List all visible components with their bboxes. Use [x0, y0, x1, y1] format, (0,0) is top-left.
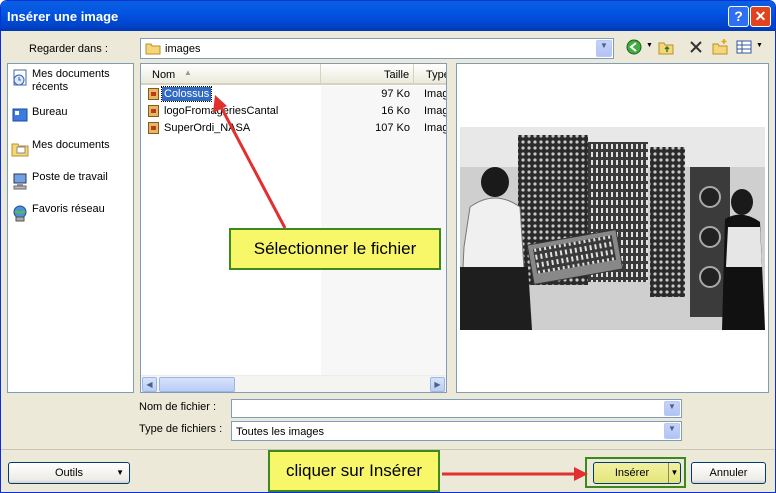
sort-ascending-icon: ▲	[184, 68, 192, 77]
chevron-down-icon: ▼	[116, 468, 124, 477]
desktop-icon	[12, 108, 28, 122]
image-file-icon	[148, 105, 159, 117]
tools-button[interactable]: Outils ▼	[8, 462, 130, 484]
filetype-label: Type de fichiers :	[139, 423, 223, 435]
delete-icon[interactable]	[687, 38, 705, 56]
image-file-icon	[148, 122, 159, 134]
filetype-dropdown[interactable]: Toutes les images ▼	[231, 421, 682, 441]
file-type: Imag	[424, 122, 447, 134]
up-folder-icon[interactable]	[657, 38, 675, 56]
chevron-down-icon[interactable]: ▼	[668, 463, 680, 483]
callout-select-file: Sélectionner le fichier	[229, 228, 441, 270]
place-recent[interactable]: Mes documents récents	[11, 68, 131, 94]
network-places-icon	[13, 205, 27, 222]
place-my-documents[interactable]: Mes documents	[11, 139, 131, 157]
callout-click-insert: cliquer sur Insérer	[268, 450, 440, 492]
cancel-button[interactable]: Annuler	[691, 462, 766, 484]
scroll-right-icon[interactable]: ▶	[430, 377, 445, 392]
scroll-left-icon[interactable]: ◀	[142, 377, 157, 392]
file-size: 16 Ko	[381, 105, 410, 117]
file-type: Imag	[424, 88, 447, 100]
chevron-down-icon[interactable]: ▼	[596, 40, 612, 57]
place-network[interactable]: Favoris réseau	[11, 203, 131, 222]
horizontal-scrollbar[interactable]: ◀ ▶	[141, 375, 446, 392]
place-label: Poste de travail	[32, 171, 108, 183]
insert-image-dialog: Insérer une image ? ✕ Regarder dans : im…	[0, 0, 776, 493]
scroll-thumb[interactable]	[159, 377, 235, 392]
look-in-value: images	[165, 43, 201, 55]
file-row-nasa[interactable]: SuperOrdi_NASA 107 Ko Imag	[141, 120, 447, 136]
look-in-label: Regarder dans :	[29, 43, 108, 55]
places-bar: Mes documents récents Bureau Mes documen…	[7, 63, 134, 393]
file-name: Colossus	[160, 86, 213, 102]
place-desktop[interactable]: Bureau	[11, 106, 131, 122]
title-bar: Insérer une image ? ✕	[1, 1, 775, 31]
back-icon[interactable]	[625, 38, 643, 56]
file-name: logoFromageriesCantal	[164, 105, 279, 117]
file-size: 107 Ko	[375, 122, 410, 134]
place-label: Mes documents récents	[32, 68, 110, 93]
image-file-icon	[148, 88, 159, 100]
place-label: Bureau	[32, 106, 68, 118]
my-computer-icon	[13, 173, 27, 190]
image-preview-pane	[456, 63, 769, 393]
new-folder-icon[interactable]	[711, 38, 729, 56]
insert-button[interactable]: Insérer ▼	[593, 462, 681, 484]
views-icon[interactable]	[735, 38, 753, 56]
place-my-computer[interactable]: Poste de travail	[11, 171, 131, 190]
place-label: Favoris réseau	[32, 203, 105, 215]
chevron-down-icon[interactable]: ▼	[664, 423, 680, 439]
look-in-dropdown[interactable]: images ▼	[140, 38, 614, 59]
place-label: Mes documents	[32, 139, 110, 151]
recent-documents-icon	[13, 69, 27, 86]
file-type: Imag	[424, 105, 447, 117]
filename-label: Nom de fichier :	[139, 401, 217, 413]
dialog-title: Insérer une image	[7, 9, 119, 24]
folder-icon	[145, 43, 161, 55]
preview-image	[460, 127, 765, 330]
file-row-logo[interactable]: logoFromageriesCantal 16 Ko Imag	[141, 103, 447, 119]
file-row-colossus[interactable]: Colossus 97 Ko Imag	[141, 86, 447, 102]
filetype-value: Toutes les images	[236, 426, 325, 438]
back-dropdown-icon[interactable]: ▼	[646, 42, 653, 49]
close-button[interactable]: ✕	[750, 6, 771, 27]
help-button[interactable]: ?	[728, 6, 749, 27]
my-documents-icon	[11, 143, 29, 157]
file-size: 97 Ko	[381, 88, 410, 100]
column-header-name[interactable]: Nom ▲	[141, 64, 321, 85]
chevron-down-icon[interactable]: ▼	[664, 401, 680, 416]
column-header-size[interactable]: Taille	[321, 64, 414, 85]
column-header-type[interactable]: Type	[414, 64, 446, 85]
filename-input[interactable]: ▼	[231, 399, 682, 418]
file-name: SuperOrdi_NASA	[164, 122, 251, 134]
views-dropdown-icon[interactable]: ▼	[756, 42, 763, 49]
